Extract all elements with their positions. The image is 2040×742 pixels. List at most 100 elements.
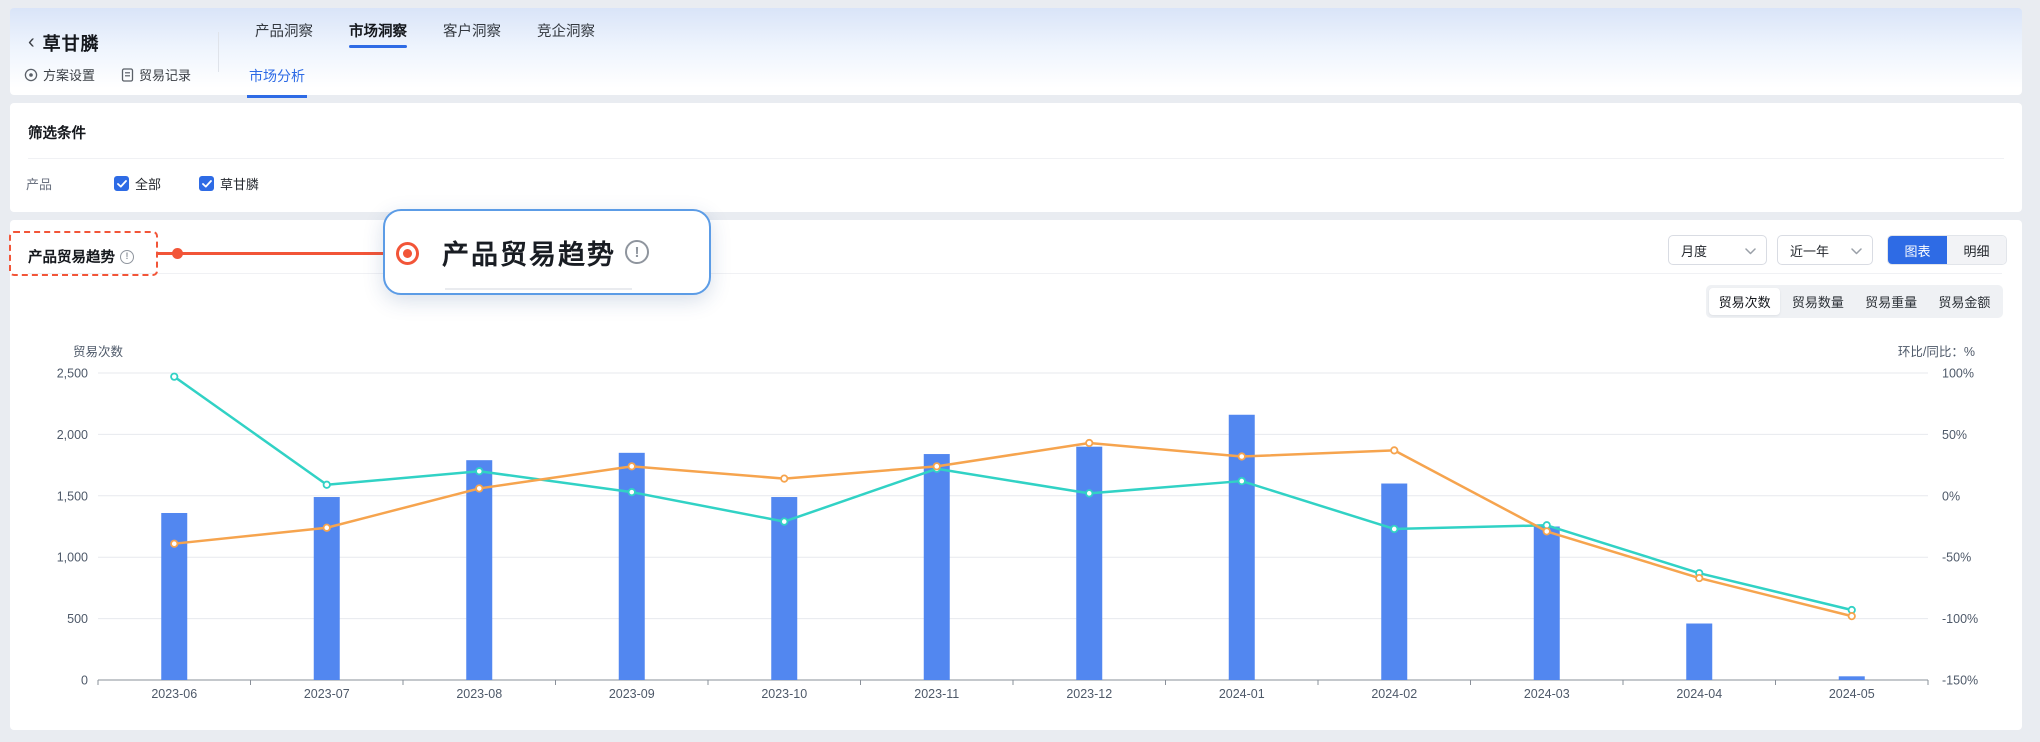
range-select-value: 近一年 — [1790, 241, 1829, 260]
svg-text:0%: 0% — [1942, 489, 1960, 503]
tab-product-insight[interactable]: 产品洞察 — [255, 20, 313, 56]
divider — [28, 273, 2002, 274]
period-select[interactable]: 月度 — [1668, 235, 1767, 265]
point-同比 — [1086, 440, 1092, 446]
view-toggle: 图表 明细 — [1887, 235, 2007, 265]
divider — [28, 158, 2004, 159]
point-同比 — [629, 463, 635, 469]
point-同比 — [1239, 453, 1245, 459]
bar-2023-09[interactable] — [619, 453, 645, 680]
checkbox-glyphosate[interactable]: 草甘膦 — [199, 174, 259, 193]
svg-text:-100%: -100% — [1942, 612, 1978, 626]
point-同比 — [476, 485, 482, 491]
point-环比 — [781, 518, 787, 524]
bar-2023-06[interactable] — [161, 513, 187, 680]
trade-records-label: 贸易记录 — [139, 65, 191, 84]
svg-text:2024-01: 2024-01 — [1219, 687, 1265, 701]
svg-text:2,500: 2,500 — [57, 367, 88, 381]
svg-text:2023-09: 2023-09 — [609, 687, 655, 701]
metric-tabs: 贸易次数 贸易数量 贸易重量 贸易金额 — [1706, 285, 2003, 318]
metric-tab-trade-quantity[interactable]: 贸易数量 — [1782, 288, 1853, 315]
svg-text:贸易次数: 贸易次数 — [73, 344, 124, 359]
annotation-callout-bubble: 产品贸易趋势 ! — [383, 209, 711, 295]
chevron-down-icon — [1851, 243, 1862, 258]
svg-text:2023-06: 2023-06 — [151, 687, 197, 701]
point-同比 — [1849, 613, 1855, 619]
svg-text:0: 0 — [81, 674, 88, 688]
svg-text:2023-08: 2023-08 — [456, 687, 502, 701]
back-icon[interactable]: ‹ — [28, 32, 35, 52]
point-环比 — [171, 373, 177, 379]
annotation-dashed-box — [9, 231, 158, 276]
tab-customer-insight[interactable]: 客户洞察 — [443, 20, 501, 56]
period-select-value: 月度 — [1681, 241, 1707, 260]
subtab-market-analysis[interactable]: 市场分析 — [247, 66, 307, 98]
metric-tab-trade-count[interactable]: 贸易次数 — [1709, 288, 1780, 315]
svg-text:500: 500 — [67, 612, 88, 626]
line-同比 — [174, 443, 1852, 616]
view-toggle-detail[interactable]: 明细 — [1947, 236, 2006, 264]
svg-text:2024-03: 2024-03 — [1524, 687, 1570, 701]
bar-2024-04[interactable] — [1686, 624, 1712, 680]
point-同比 — [1696, 575, 1702, 581]
svg-text:-50%: -50% — [1942, 551, 1971, 565]
bar-2023-11[interactable] — [924, 454, 950, 680]
point-环比 — [629, 489, 635, 495]
svg-text:1,500: 1,500 — [57, 489, 88, 503]
line-环比 — [174, 377, 1852, 610]
svg-text:2024-05: 2024-05 — [1829, 687, 1875, 701]
trade-trend-chart[interactable]: 2,500100%2,00050%1,5000%1,000-50%500-100… — [10, 335, 2022, 715]
svg-text:2023-11: 2023-11 — [914, 687, 959, 701]
point-同比 — [781, 475, 787, 481]
bar-2024-05[interactable] — [1839, 676, 1865, 680]
annotation-connector-line — [158, 252, 405, 255]
filter-panel-title: 筛选条件 — [28, 122, 86, 143]
svg-text:2023-12: 2023-12 — [1066, 687, 1112, 701]
view-toggle-chart[interactable]: 图表 — [1888, 236, 1947, 264]
point-同比 — [1544, 528, 1550, 534]
metric-tab-trade-amount[interactable]: 贸易金额 — [1929, 288, 2000, 315]
callout-title: 产品贸易趋势 — [442, 233, 616, 272]
check-icon — [199, 176, 214, 191]
header-bar: ‹ 草甘膦 方案设置 贸易记录 产品洞察 市场洞察 客户洞察 竞企洞察 市场分析 — [10, 8, 2022, 95]
point-环比 — [476, 468, 482, 474]
svg-text:2024-04: 2024-04 — [1676, 687, 1722, 701]
checkbox-all-label: 全部 — [135, 174, 161, 193]
point-环比 — [1239, 478, 1245, 484]
point-环比 — [1391, 526, 1397, 532]
svg-text:2023-10: 2023-10 — [761, 687, 807, 701]
metric-tab-trade-weight[interactable]: 贸易重量 — [1856, 288, 1927, 315]
svg-text:2023-07: 2023-07 — [304, 687, 350, 701]
bar-2023-08[interactable] — [466, 460, 492, 680]
point-同比 — [324, 525, 330, 531]
checkbox-glyphosate-label: 草甘膦 — [220, 174, 259, 193]
tab-market-insight[interactable]: 市场洞察 — [349, 20, 407, 56]
trade-records-link[interactable]: 贸易记录 — [121, 65, 191, 84]
info-icon: ! — [625, 240, 649, 264]
svg-text:2024-02: 2024-02 — [1371, 687, 1417, 701]
svg-text:100%: 100% — [1942, 367, 1974, 381]
checkbox-all[interactable]: 全部 — [114, 174, 161, 193]
check-icon — [114, 176, 129, 191]
svg-text:环比/同比：%: 环比/同比：% — [1898, 345, 1975, 359]
point-同比 — [1391, 447, 1397, 453]
bar-2023-12[interactable] — [1076, 447, 1102, 680]
chevron-down-icon — [1745, 243, 1756, 258]
bar-2024-03[interactable] — [1534, 527, 1560, 681]
annotation-dot — [172, 248, 183, 259]
bar-2024-02[interactable] — [1381, 484, 1407, 680]
range-select[interactable]: 近一年 — [1777, 235, 1873, 265]
clipboard-icon — [121, 68, 134, 82]
point-环比 — [324, 482, 330, 488]
product-filter-label: 产品 — [26, 174, 114, 193]
page-title: 草甘膦 — [43, 30, 100, 56]
plan-settings-link[interactable]: 方案设置 — [24, 65, 95, 84]
svg-text:-150%: -150% — [1942, 674, 1978, 688]
plan-settings-label: 方案设置 — [43, 65, 95, 84]
svg-text:2,000: 2,000 — [57, 428, 88, 442]
annotation-ring-marker — [396, 242, 419, 265]
header-divider — [218, 32, 219, 72]
tab-competitor-insight[interactable]: 竞企洞察 — [537, 20, 595, 56]
divider — [445, 288, 632, 290]
trade-trend-panel: 产品贸易趋势 ! 月度 近一年 图表 明细 贸易次数 贸易数量 贸易重量 贸易金… — [10, 220, 2022, 730]
